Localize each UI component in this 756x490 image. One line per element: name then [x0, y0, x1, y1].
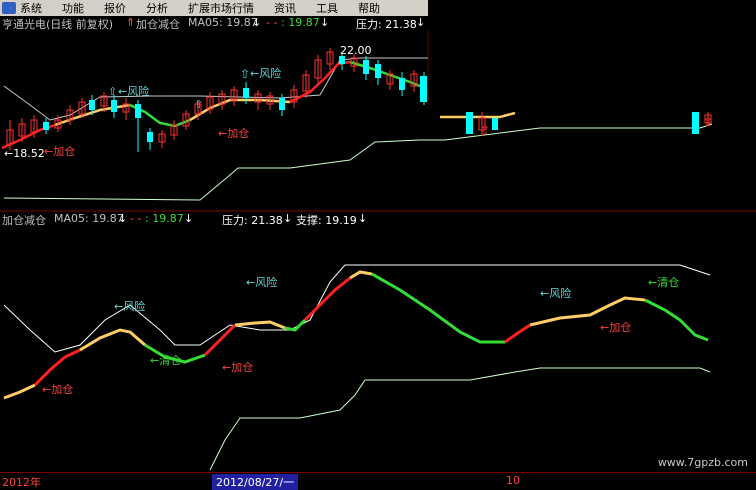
top-ma-orange3	[440, 111, 516, 119]
risk-label: ←风险	[250, 67, 282, 80]
top-ma-red2	[289, 60, 351, 104]
year-label: 2012年	[2, 476, 41, 489]
lower-ma-orange-b	[79, 328, 146, 352]
top-ma-orange2	[189, 98, 291, 122]
candle	[111, 100, 117, 112]
lower-ma-orange-a	[3, 383, 36, 400]
ma-value: : 19.87	[281, 16, 320, 29]
lower-panel-support-line	[209, 367, 711, 471]
candle	[466, 112, 473, 134]
indicator-name: 加仓减仓	[2, 214, 46, 227]
ma05-label: MA05: 19.87	[188, 16, 258, 29]
candle	[420, 76, 427, 102]
up-arrow-marker: ⇧	[480, 123, 490, 137]
support-value: 支撑: 19.19	[296, 214, 357, 227]
chart-canvas: ⇧ ⇧ ⇧ ⇧ ⇧	[0, 30, 756, 471]
lower-ma-red-d	[504, 323, 531, 344]
down-arrow-icon: ↓	[283, 212, 293, 225]
clear-position-label: ←清仓	[648, 276, 680, 289]
risk-label: ←风险	[114, 300, 146, 313]
top-panel-header: 亨通光电(日线 前复权) ⇑ 加仓减仓 MA05: 19.87 ↓ - - : …	[0, 16, 428, 31]
candle	[135, 104, 141, 118]
lower-ma-green-c	[371, 272, 505, 344]
lower-ma-green-d	[644, 298, 709, 342]
lower-ma-orange-d	[349, 270, 373, 280]
candle	[399, 78, 405, 90]
clear-position-label: ←清仓	[150, 354, 182, 367]
watermark-text: www.7gpzb.com	[657, 456, 748, 469]
down-arrow-icon: ↓	[416, 16, 426, 29]
time-axis-bar: 2012年 2012/08/27/一 10	[0, 472, 756, 490]
down-arrow-icon: ↓	[320, 16, 330, 29]
cursor-date-label: 2012/08/27/一	[212, 474, 299, 490]
pressure-value: 压力: 21.38	[356, 18, 417, 31]
stock-title: 亨通光电(日线 前复权)	[2, 18, 114, 31]
candle	[492, 118, 498, 130]
date-tick-label: 10	[506, 474, 520, 487]
candle	[279, 98, 285, 110]
lower-ma-green-b	[284, 318, 307, 332]
lower-panel-header: 加仓减仓 MA05: 19.87 ↓ - - : 19.87 ↓ 压力: 21.…	[0, 212, 756, 227]
lower-ma-red-c	[303, 276, 351, 322]
candle	[89, 100, 95, 110]
up-arrow-marker: ⇧	[194, 98, 203, 111]
indicator-name: 加仓减仓	[136, 18, 180, 31]
dash-label: - -	[130, 212, 142, 225]
candle	[375, 64, 381, 78]
candle	[363, 60, 369, 74]
risk-label: ←风险	[246, 276, 278, 289]
down-arrow-icon: ↓	[184, 212, 194, 225]
high-price-label: 22.00	[340, 44, 372, 57]
candle	[692, 112, 699, 134]
ma05-label: MA05: 19.87	[54, 212, 124, 225]
add-position-label: ←加仓	[218, 127, 250, 140]
up-arrow-marker: ⇧	[240, 67, 250, 81]
indicator-arrow-icon: ⇑	[126, 16, 136, 29]
ma-value: : 19.87	[145, 212, 184, 225]
lower-ma-red-a	[33, 348, 81, 387]
candle	[43, 122, 49, 130]
candle	[147, 132, 153, 142]
down-arrow-icon: ↓	[252, 16, 262, 29]
lower-support-line	[3, 123, 713, 201]
dash-label: - -	[266, 16, 278, 29]
add-position-label: ←加仓	[44, 145, 76, 158]
add-position-label: ←加仓	[600, 321, 632, 334]
risk-label: ←风险	[540, 287, 572, 300]
up-arrow-marker: ⇧	[108, 85, 117, 98]
down-arrow-icon: ↓	[358, 212, 368, 225]
add-position-label: ←加仓	[42, 383, 74, 396]
lower-ma-red-b	[203, 323, 237, 357]
candle	[243, 88, 249, 98]
low-price-label: ←18.52	[4, 147, 45, 160]
pressure-value: 压力: 21.38	[222, 214, 283, 227]
down-arrow-icon: ↓	[118, 212, 128, 225]
up-arrow-marker: ⇧	[703, 115, 713, 129]
add-position-label: ←加仓	[222, 361, 254, 374]
candle	[339, 56, 345, 64]
risk-label: ←风险	[118, 85, 150, 98]
